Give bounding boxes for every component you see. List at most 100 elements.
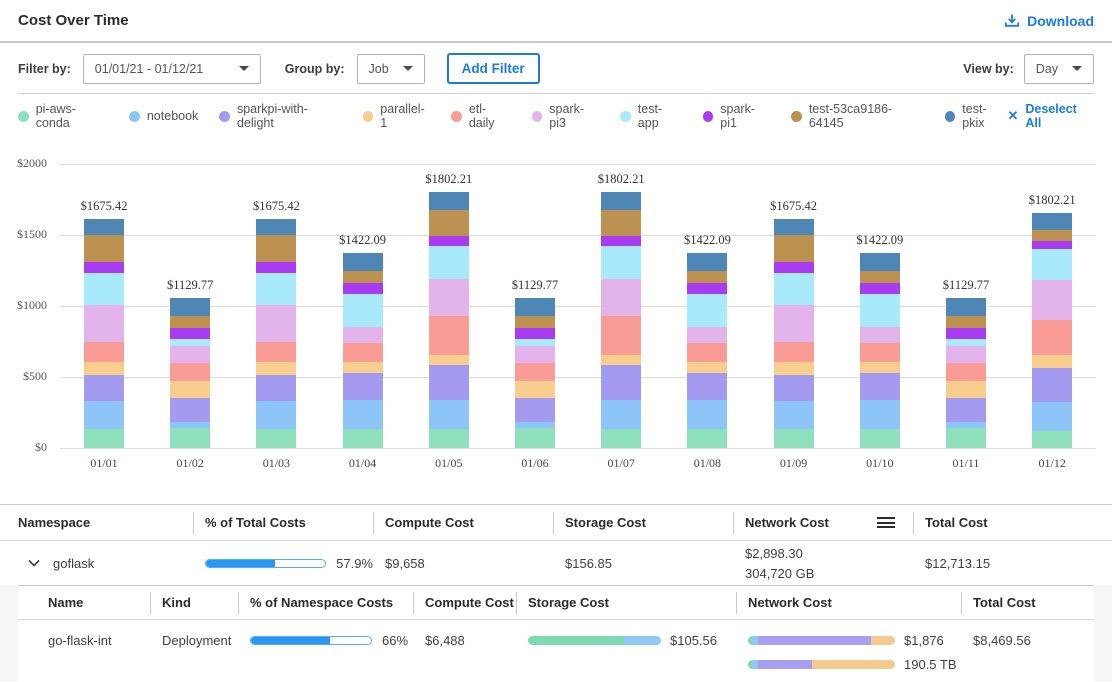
bar-segment-pi-aws-conda[interactable] [343,429,383,448]
bar-segment-spark-pi3[interactable] [687,327,727,344]
bar-segment-spark-pi1[interactable] [515,328,555,339]
bar-segment-test-app[interactable] [256,273,296,306]
bar-segment-pi-aws-conda[interactable] [860,429,900,448]
legend-item-spark-pi1[interactable]: spark-pi1 [703,102,771,130]
bar-segment-etl-daily[interactable] [429,316,469,355]
bar-segment-spark-pi1[interactable] [601,236,641,246]
bar-segment-parallel-1[interactable] [1032,355,1072,368]
bar-segment-test-app[interactable] [170,339,210,346]
legend-item-pi-aws-conda[interactable]: pi-aws-conda [18,102,108,130]
bar-segment-test-53ca9186-64145[interactable] [687,271,727,283]
chart-bar-01/10[interactable] [860,253,900,448]
chart-bar-01/09[interactable] [774,219,814,448]
chart-bar-01/03[interactable] [256,219,296,448]
chart-bar-01/04[interactable] [343,253,383,448]
bar-segment-parallel-1[interactable] [946,381,986,398]
bar-segment-test-app[interactable] [343,294,383,327]
bar-segment-spark-pi1[interactable] [429,236,469,246]
bar-segment-sparkpi-with-delight[interactable] [1032,368,1072,402]
bar-segment-spark-pi3[interactable] [84,305,124,342]
bar-segment-test-app[interactable] [515,339,555,346]
bar-segment-test-pkix[interactable] [774,219,814,235]
legend-item-etl-daily[interactable]: etl-daily [451,102,510,130]
bar-segment-test-53ca9186-64145[interactable] [429,210,469,236]
bar-segment-spark-pi3[interactable] [343,327,383,344]
bar-segment-spark-pi3[interactable] [860,327,900,344]
bar-segment-parallel-1[interactable] [601,355,641,365]
bar-segment-test-pkix[interactable] [256,219,296,235]
download-button[interactable]: Download [1004,13,1094,29]
add-filter-button[interactable]: Add Filter [447,53,540,84]
bar-segment-sparkpi-with-delight[interactable] [343,373,383,400]
chart-bar-01/08[interactable] [687,253,727,448]
bar-segment-test-pkix[interactable] [343,253,383,271]
chevron-down-icon[interactable] [28,559,40,567]
chart-bar-01/07[interactable] [601,192,641,448]
menu-icon[interactable] [877,517,895,528]
bar-segment-test-app[interactable] [774,273,814,306]
bar-segment-test-53ca9186-64145[interactable] [774,235,814,262]
bar-segment-notebook[interactable] [343,400,383,429]
bar-segment-pi-aws-conda[interactable] [687,429,727,448]
bar-segment-pi-aws-conda[interactable] [429,429,469,448]
bar-segment-parallel-1[interactable] [687,362,727,373]
bar-segment-parallel-1[interactable] [170,381,210,398]
bar-segment-notebook[interactable] [429,400,469,429]
bar-segment-spark-pi1[interactable] [1032,241,1072,249]
bar-segment-spark-pi3[interactable] [515,346,555,363]
bar-segment-spark-pi1[interactable] [946,328,986,339]
bar-segment-sparkpi-with-delight[interactable] [84,375,124,401]
legend-item-notebook[interactable]: notebook [129,109,198,123]
bar-segment-spark-pi3[interactable] [774,305,814,342]
bar-segment-test-53ca9186-64145[interactable] [256,235,296,262]
bar-segment-test-pkix[interactable] [601,192,641,210]
chart-bar-01/02[interactable] [170,298,210,448]
chart-bar-01/01[interactable] [84,219,124,448]
legend-item-sparkpi-with-delight[interactable]: sparkpi-with-delight [219,102,341,130]
bar-segment-spark-pi3[interactable] [256,305,296,342]
bar-segment-test-53ca9186-64145[interactable] [1032,230,1072,241]
legend-item-spark-pi3[interactable]: spark-pi3 [532,102,600,130]
bar-segment-sparkpi-with-delight[interactable] [687,373,727,400]
bar-segment-sparkpi-with-delight[interactable] [515,398,555,422]
bar-segment-spark-pi1[interactable] [84,262,124,273]
bar-segment-test-app[interactable] [860,294,900,327]
bar-segment-spark-pi1[interactable] [774,262,814,273]
chart-bar-01/06[interactable] [515,298,555,448]
bar-segment-test-pkix[interactable] [170,298,210,316]
bar-segment-test-pkix[interactable] [860,253,900,271]
bar-segment-parallel-1[interactable] [343,362,383,373]
bar-segment-sparkpi-with-delight[interactable] [860,373,900,400]
bar-segment-etl-daily[interactable] [84,342,124,362]
bar-segment-test-53ca9186-64145[interactable] [946,316,986,328]
bar-segment-notebook[interactable] [601,400,641,429]
bar-segment-test-53ca9186-64145[interactable] [860,271,900,283]
legend-item-test-app[interactable]: test-app [620,102,681,130]
bar-segment-notebook[interactable] [1032,402,1072,431]
bar-segment-sparkpi-with-delight[interactable] [170,398,210,422]
bar-segment-spark-pi3[interactable] [429,279,469,316]
bar-segment-sparkpi-with-delight[interactable] [946,398,986,422]
bar-segment-test-app[interactable] [84,273,124,306]
bar-segment-spark-pi1[interactable] [343,283,383,294]
bar-segment-etl-daily[interactable] [170,363,210,382]
bar-segment-spark-pi1[interactable] [170,328,210,339]
bar-segment-notebook[interactable] [256,401,296,429]
bar-segment-etl-daily[interactable] [256,342,296,362]
bar-segment-test-app[interactable] [1032,249,1072,281]
bar-segment-spark-pi1[interactable] [256,262,296,273]
bar-segment-test-app[interactable] [687,294,727,327]
bar-segment-pi-aws-conda[interactable] [774,429,814,448]
bar-segment-test-pkix[interactable] [1032,213,1072,230]
date-range-select[interactable]: 01/01/21 - 01/12/21 [83,54,261,84]
bar-segment-pi-aws-conda[interactable] [946,428,986,448]
legend-item-test-pkix[interactable]: test-pkix [945,102,1008,130]
bar-segment-etl-daily[interactable] [946,363,986,382]
bar-segment-test-pkix[interactable] [429,192,469,210]
bar-segment-pi-aws-conda[interactable] [1032,431,1072,448]
bar-segment-pi-aws-conda[interactable] [515,428,555,448]
bar-segment-test-53ca9186-64145[interactable] [515,316,555,328]
bar-segment-notebook[interactable] [774,401,814,429]
bar-segment-pi-aws-conda[interactable] [601,429,641,448]
bar-segment-test-app[interactable] [429,246,469,280]
